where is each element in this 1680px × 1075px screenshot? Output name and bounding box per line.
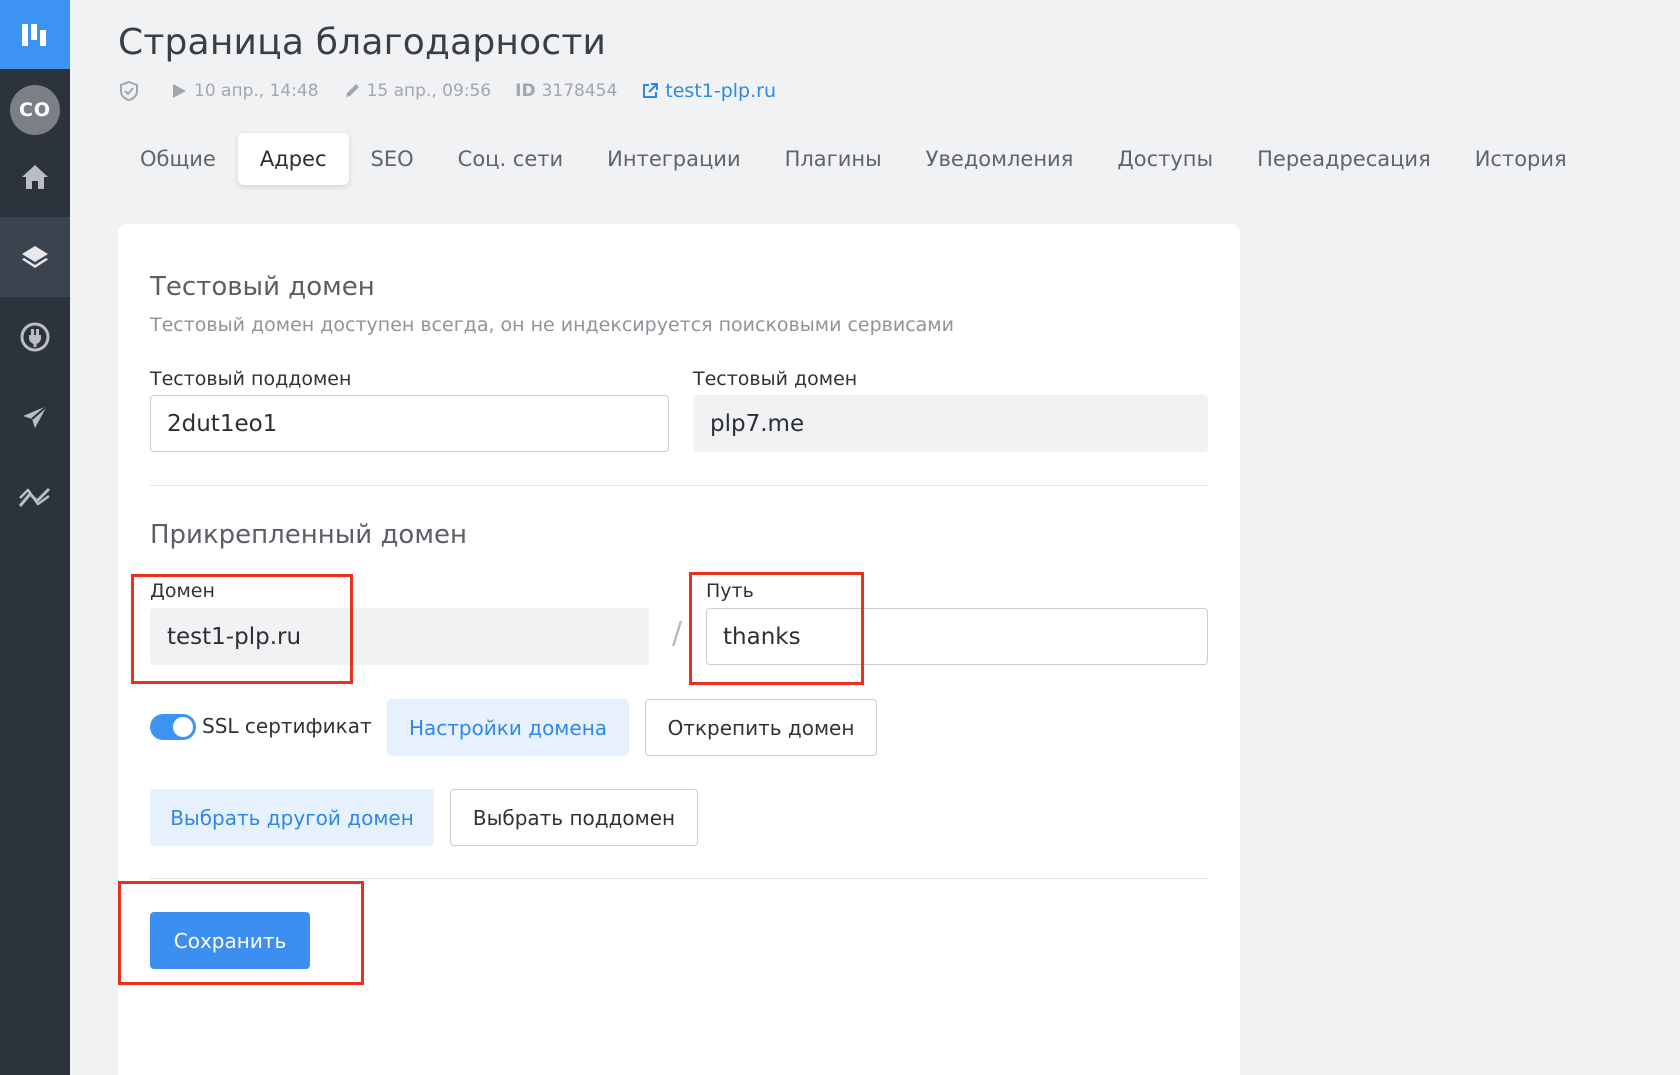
domain-label: Домен [150,580,215,602]
test-subdomain-input[interactable]: 2dut1eo1 [150,395,669,452]
pencil-icon [345,84,359,97]
section-divider [150,485,1208,486]
choose-domain-button[interactable]: Выбрать другой домен [150,789,434,846]
plug-icon [20,322,50,352]
tab-access[interactable]: Доступы [1095,133,1235,185]
page-meta: 10 апр., 14:48 15 апр., 09:56 ID 3178454… [118,80,800,102]
play-icon [173,84,186,98]
sidebar-item-analytics[interactable] [0,457,70,537]
published-date: 10 апр., 14:48 [170,81,319,101]
shield-check-icon [120,80,138,102]
sidebar-item-pages[interactable] [0,217,70,297]
tab-plugins[interactable]: Плагины [763,133,904,185]
home-icon [22,165,48,189]
sidebar-item-integrations[interactable] [0,297,70,377]
logo-icon [22,23,46,46]
sidebar-item-mailing[interactable] [0,377,70,457]
sidebar-item-home[interactable] [0,137,70,217]
tab-notifications[interactable]: Уведомления [904,133,1096,185]
page-title: Страница благодарности [118,22,607,63]
layers-icon [22,246,48,268]
settings-tabs: Общие Адрес SEO Соц. сети Интеграции Пла… [118,133,1589,185]
footer-divider [150,878,1208,879]
domain-field: test1-plp.ru [150,608,649,665]
test-domain-field: plp7.me [693,395,1208,452]
test-domain-label: Тестовый домен [693,368,858,390]
path-separator: / [672,616,683,651]
test-subdomain-label: Тестовый поддомен [150,368,352,390]
tab-seo[interactable]: SEO [349,133,436,185]
page-id: ID 3178454 [515,81,618,101]
path-input[interactable]: thanks [706,608,1208,665]
send-icon [23,405,48,428]
page-link[interactable]: test1-plp.ru [641,80,776,102]
path-label: Путь [706,580,754,602]
tab-history[interactable]: История [1453,133,1589,185]
protection-status [118,80,146,102]
tab-redirect[interactable]: Переадресация [1235,133,1453,185]
app-logo[interactable] [0,0,70,69]
test-domain-title: Тестовый домен [150,272,375,302]
choose-subdomain-button[interactable]: Выбрать поддомен [450,789,698,846]
avatar[interactable]: CO [10,85,60,135]
sidebar: CO [0,0,70,1075]
tab-general[interactable]: Общие [118,133,238,185]
ssl-toggle[interactable] [150,714,196,740]
ssl-label: SSL сертификат [202,714,372,738]
test-domain-subtitle: Тестовый домен доступен всегда, он не ин… [150,314,954,336]
tab-integrations[interactable]: Интеграции [585,133,762,185]
analytics-icon [18,487,51,507]
external-link-icon [643,83,659,98]
detach-domain-button[interactable]: Открепить домен [645,699,877,756]
ssl-toggle-knob [173,717,193,737]
save-button[interactable]: Сохранить [150,912,310,969]
attached-domain-title: Прикрепленный домен [150,520,467,550]
tab-social[interactable]: Соц. сети [436,133,586,185]
tab-address[interactable]: Адрес [237,133,349,185]
address-settings-card: Тестовый домен Тестовый домен доступен в… [118,224,1240,1075]
edited-date: 15 апр., 09:56 [343,81,491,101]
main-content: Страница благодарности 10 апр., 14:48 15… [70,0,1680,1075]
domain-settings-button[interactable]: Настройки домена [387,699,629,756]
